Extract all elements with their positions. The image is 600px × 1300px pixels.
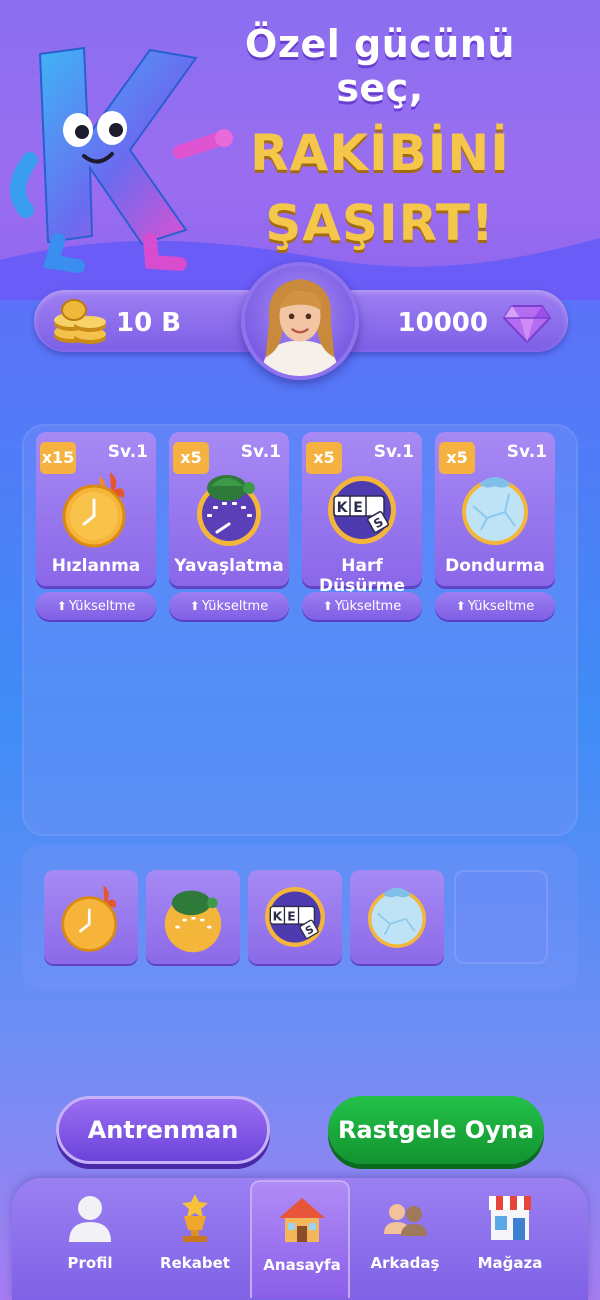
power-name: Dondurma [445,556,545,576]
avatar-portrait [261,279,339,376]
headline-line-3: ŞAŞIRT! [265,194,495,252]
nav-label: Mağaza [477,1254,543,1272]
slot-slowdown[interactable] [146,870,240,964]
gems-value: 10000 [397,308,488,338]
arrow-up-icon: ⬆ [322,599,333,613]
tile-letter: E [287,910,295,924]
avatar[interactable] [241,262,359,380]
nav-label: Anasayfa [263,1256,341,1274]
random-play-button[interactable]: Rastgele Oyna [328,1096,544,1164]
power-name: Harf Düşürme [318,556,406,596]
arrow-up-icon: ⬆ [455,599,466,613]
coin-stack-icon [54,299,106,344]
profile-icon [69,1196,111,1242]
power-card-slowdown[interactable]: x5 Sv.1 Yavaşlatma [169,432,289,586]
power-card-freeze[interactable]: x5 Sv.1 Dondurma [435,432,555,586]
upgrade-button-speedup[interactable]: ⬆ Yükseltme [36,592,156,620]
power-name: Yavaşlatma [174,556,284,576]
arrow-up-icon: ⬆ [189,599,200,613]
slot-empty[interactable] [454,870,548,964]
ice-orb-icon [462,477,528,545]
power-level: Sv.1 [506,442,547,462]
trophy-icon [182,1194,208,1242]
nav-label: Arkadaş [370,1254,440,1272]
turtle-gauge-icon [164,890,222,953]
home-icon [279,1198,325,1242]
training-button[interactable]: Antrenman [56,1096,270,1164]
upgrade-label: Yükseltme [334,599,402,614]
letter-tiles-icon: K E S [265,887,325,947]
upgrade-button-freeze[interactable]: ⬆ Yükseltme [435,592,555,620]
power-level: Sv.1 [107,442,148,462]
nav-item-friends[interactable]: Arkadaş [355,1180,455,1298]
ice-orb-icon [367,887,427,948]
nav-item-profile[interactable]: Profil [40,1180,140,1298]
power-level: Sv.1 [240,442,281,462]
nav-item-store[interactable]: Mağaza [460,1180,560,1298]
header-banner: Özel gücünü seç, RAKİBİNİ ŞAŞIRT! [0,0,600,300]
nav-item-competition[interactable]: Rekabet [145,1180,245,1298]
friends-icon [384,1204,427,1236]
flaming-clock-icon [61,885,117,952]
turtle-gauge-icon [197,475,261,546]
arrow-up-icon: ⬆ [56,599,67,613]
nav-label: Profil [67,1254,113,1272]
coins-value: 10 B [116,308,182,338]
slot-freeze[interactable] [350,870,444,964]
upgrade-button-slowdown[interactable]: ⬆ Yükseltme [169,592,289,620]
upgrade-label: Yükseltme [201,599,269,614]
upgrade-label: Yükseltme [68,599,136,614]
headline-line-2: RAKİBİNİ [250,124,510,182]
upgrade-button-letter-drop[interactable]: ⬆ Yükseltme [302,592,422,620]
flaming-clock-icon [62,472,126,548]
store-icon [489,1196,531,1240]
nav-label: Rekabet [160,1254,230,1272]
slot-letter-drop[interactable]: K E S [248,870,342,964]
tile-letter: E [353,500,363,516]
letter-tiles-icon: K E S [328,476,396,544]
power-name: Hızlanma [51,556,141,576]
nav-item-home[interactable]: Anasayfa [250,1180,350,1298]
power-level: Sv.1 [373,442,414,462]
diamond-icon [502,305,552,344]
power-card-speedup[interactable]: x15 Sv.1 Hızlanma [36,432,156,586]
slot-speedup[interactable] [44,870,138,964]
upgrade-label: Yükseltme [467,599,535,614]
power-card-letter-drop[interactable]: x5 Sv.1 K E S Harf Düşürme [302,432,422,596]
headline-line-1: Özel gücünü seç, [245,22,515,110]
tile-letter: K [337,500,349,516]
headline: Özel gücünü seç, RAKİBİNİ ŞAŞIRT! [200,22,560,252]
tile-letter: K [273,910,283,924]
